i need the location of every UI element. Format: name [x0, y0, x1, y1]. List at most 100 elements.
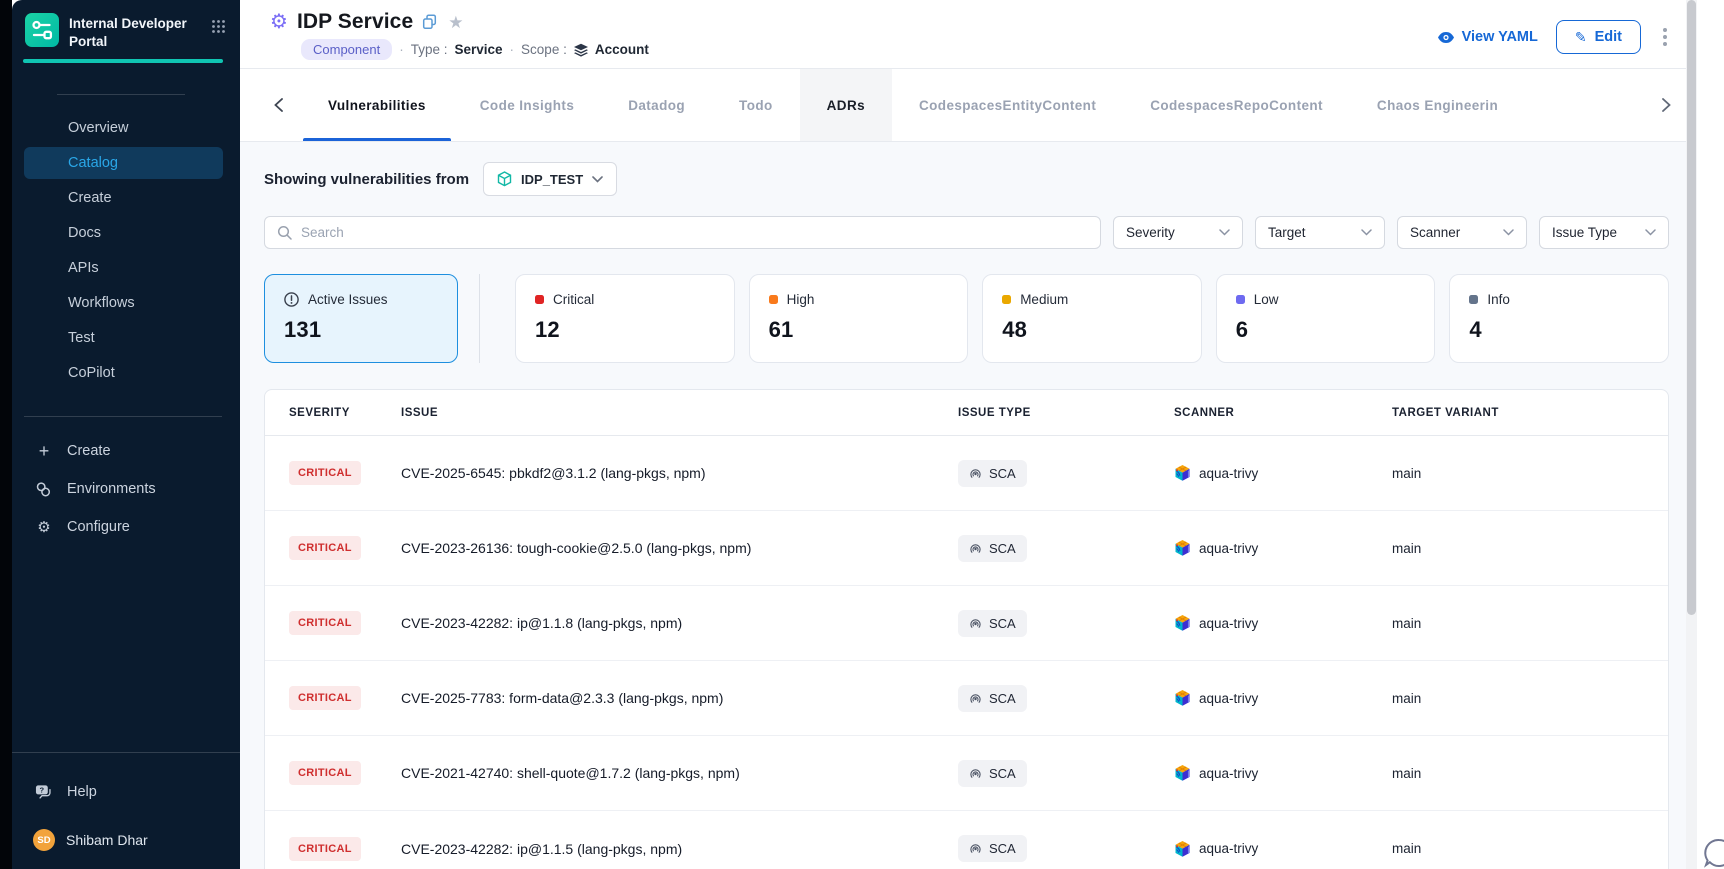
severity-card-low[interactable]: Low 6	[1216, 274, 1436, 363]
scanner-cell: aqua-trivy	[1174, 840, 1392, 858]
sidebar-item-create[interactable]: Create	[24, 182, 223, 214]
user-name: Shibam Dhar	[66, 832, 148, 848]
type-value: Service	[455, 42, 503, 57]
severity-badge: CRITICAL	[289, 686, 361, 710]
table-row[interactable]: CRITICALCVE-2021-42740: shell-quote@1.7.…	[265, 736, 1668, 811]
scrollbar[interactable]	[1686, 0, 1697, 869]
issue-text: CVE-2023-42282: ip@1.1.8 (lang-pkgs, npm…	[401, 615, 958, 631]
action-label: Configure	[67, 519, 130, 535]
action-label: Environments	[67, 481, 156, 497]
user-menu[interactable]: SD Shibam Dhar	[12, 819, 240, 869]
filter-severity[interactable]: Severity	[1113, 216, 1243, 249]
severity-badge: CRITICAL	[289, 461, 361, 485]
sca-icon	[969, 767, 982, 780]
sidebar-divider	[12, 752, 240, 753]
sidebar-item-docs[interactable]: Docs	[24, 217, 223, 249]
high-dot	[769, 295, 778, 304]
issue-text: CVE-2021-42740: shell-quote@1.7.2 (lang-…	[401, 765, 958, 781]
filter-issue-type[interactable]: Issue Type	[1539, 216, 1669, 249]
filter-target[interactable]: Target	[1255, 216, 1385, 249]
info-dot	[1469, 295, 1478, 304]
scanner-cell: aqua-trivy	[1174, 464, 1392, 482]
search-input[interactable]	[301, 225, 1088, 240]
vulnerabilities-panel: Showing vulnerabilities from IDP_TEST	[240, 142, 1697, 869]
logo-row: Internal Developer Portal	[12, 0, 240, 50]
view-yaml-link[interactable]: View YAML	[1437, 29, 1538, 45]
sidebar-item-test[interactable]: Test	[24, 322, 223, 354]
tabs-scroll-left-icon[interactable]	[270, 94, 287, 116]
sidebar-divider	[57, 94, 185, 95]
sidebar-item-apis[interactable]: APIs	[24, 252, 223, 284]
sidebar-create-button[interactable]: + Create	[12, 432, 240, 470]
sidebar-environments[interactable]: Environments	[12, 470, 240, 508]
table-row[interactable]: CRITICALCVE-2023-42282: ip@1.1.5 (lang-p…	[265, 811, 1668, 869]
tab-datadog[interactable]: Datadog	[601, 69, 712, 141]
severity-badge: CRITICAL	[289, 837, 361, 861]
issue-type-chip: SCA	[958, 835, 1027, 862]
plus-icon: +	[35, 441, 53, 462]
separator: ·	[399, 42, 404, 57]
view-yaml-label: View YAML	[1462, 29, 1538, 45]
search-box	[264, 216, 1101, 249]
table-row[interactable]: CRITICALCVE-2023-26136: tough-cookie@2.5…	[265, 511, 1668, 586]
info-count: 4	[1469, 317, 1649, 343]
tab-code-insights[interactable]: Code Insights	[453, 69, 601, 141]
severity-card-critical[interactable]: Critical 12	[515, 274, 735, 363]
scope-value: Account	[595, 42, 649, 57]
aqua-trivy-icon	[1174, 539, 1191, 557]
chevron-down-icon	[1361, 229, 1372, 236]
portal-logo-icon[interactable]	[25, 13, 59, 47]
table-header: SEVERITY ISSUE ISSUE TYPE SCANNER TARGET…	[265, 390, 1668, 436]
severity-card-high[interactable]: High 61	[749, 274, 969, 363]
sidebar-item-copilot[interactable]: CoPilot	[24, 357, 223, 389]
severity-badge: CRITICAL	[289, 611, 361, 635]
issue-type-chip: SCA	[958, 535, 1027, 562]
target-variant-cell: main	[1392, 466, 1668, 481]
tab-codespaces-repo-content[interactable]: CodespacesRepoContent	[1123, 69, 1350, 141]
sidebar-nav: Overview Catalog Create Docs APIs Workfl…	[12, 109, 240, 392]
aqua-trivy-icon	[1174, 764, 1191, 782]
environments-icon	[35, 481, 53, 498]
search-icon	[277, 225, 292, 240]
vulnerability-table: SEVERITY ISSUE ISSUE TYPE SCANNER TARGET…	[264, 389, 1669, 869]
chevron-down-icon	[1219, 229, 1230, 236]
sidebar-item-workflows[interactable]: Workflows	[24, 287, 223, 319]
chat-widget-icon[interactable]	[1702, 836, 1724, 869]
brand-accent-bar	[23, 59, 223, 63]
low-count: 6	[1236, 317, 1416, 343]
sidebar-help[interactable]: ? Help	[12, 773, 240, 811]
tab-chaos-engineering[interactable]: Chaos Engineerin	[1350, 69, 1525, 141]
tab-adrs[interactable]: ADRs	[800, 69, 892, 141]
table-row[interactable]: CRITICALCVE-2025-7783: form-data@2.3.3 (…	[265, 661, 1668, 736]
project-selector[interactable]: IDP_TEST	[483, 162, 617, 196]
scope-label: Scope :	[521, 42, 567, 57]
star-icon[interactable]: ★	[448, 14, 463, 31]
active-issues-label: Active Issues	[308, 292, 388, 307]
page-header: ⚙ IDP Service ★ Component · Type : Servi…	[240, 0, 1697, 69]
table-row[interactable]: CRITICAL CVE-2023-42282: ip@1.1.8 (lang-p…	[265, 586, 1668, 661]
target-variant-cell: main	[1392, 766, 1668, 781]
showing-label: Showing vulnerabilities from	[264, 171, 469, 188]
severity-card-medium[interactable]: Medium 48	[982, 274, 1202, 363]
tabs-scroll-right-icon[interactable]	[1658, 94, 1675, 116]
kebab-menu-icon[interactable]	[1659, 24, 1671, 50]
table-row[interactable]: CRITICALCVE-2025-6545: pbkdf2@3.1.2 (lan…	[265, 436, 1668, 511]
sidebar-actions: + Create Environments ⚙ Configure	[12, 432, 240, 546]
tab-codespaces-entity-content[interactable]: CodespacesEntityContent	[892, 69, 1123, 141]
edit-button[interactable]: ✎ Edit	[1556, 20, 1641, 54]
tab-todo[interactable]: Todo	[712, 69, 800, 141]
chevron-down-icon	[592, 176, 603, 183]
pencil-icon: ✎	[1575, 29, 1587, 46]
filter-scanner[interactable]: Scanner	[1397, 216, 1527, 249]
cube-icon	[497, 171, 512, 187]
apps-grid-icon[interactable]	[211, 19, 226, 39]
severity-card-info[interactable]: Info 4	[1449, 274, 1669, 363]
tab-vulnerabilities[interactable]: Vulnerabilities	[301, 69, 453, 141]
sidebar-configure[interactable]: ⚙ Configure	[12, 508, 240, 546]
sidebar-item-catalog[interactable]: Catalog	[24, 147, 223, 179]
scrollbar-thumb[interactable]	[1687, 0, 1696, 615]
active-issues-card[interactable]: Active Issues 131	[264, 274, 458, 363]
sidebar-item-overview[interactable]: Overview	[24, 112, 223, 144]
copy-icon[interactable]	[422, 14, 437, 30]
issue-type-chip: SCA	[958, 460, 1027, 487]
